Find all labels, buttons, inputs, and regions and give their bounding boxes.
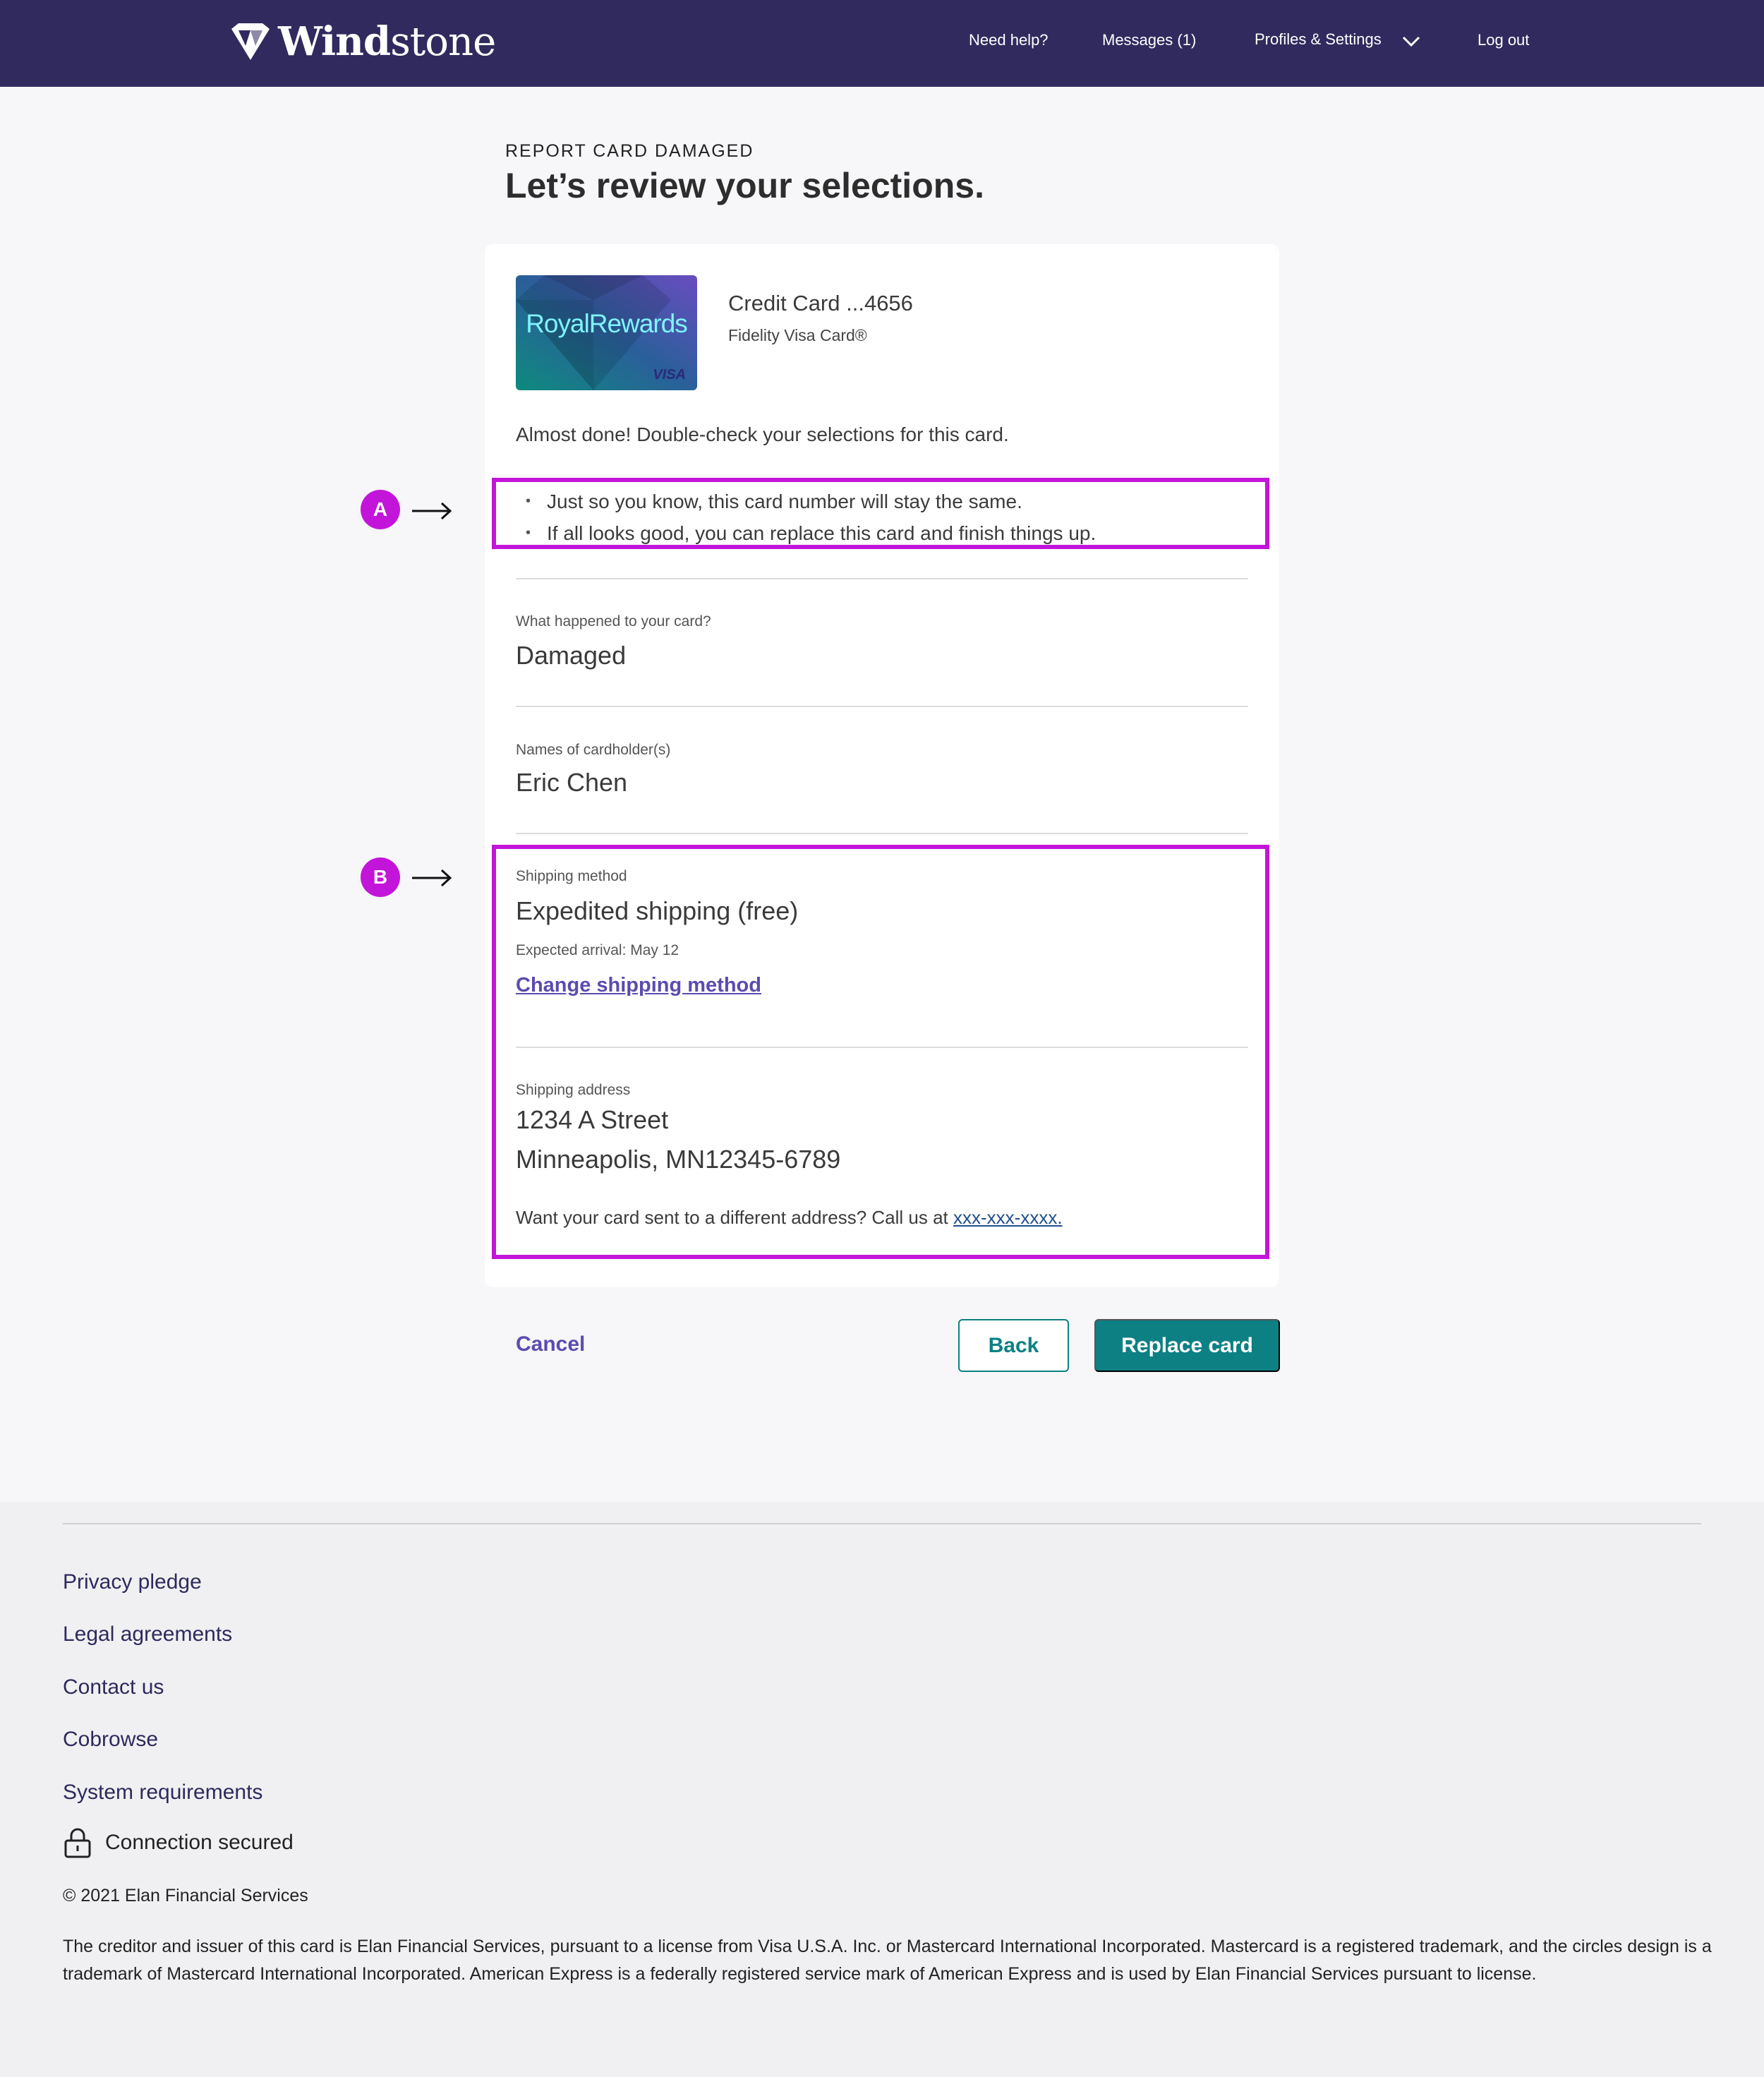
- footer-divider: [63, 1523, 1701, 1524]
- connection-secured: Connection secured: [63, 1827, 294, 1858]
- windstone-logo[interactable]: Windstone: [230, 18, 496, 65]
- visa-logo: VISA: [653, 367, 686, 383]
- footer: [0, 1502, 1764, 2077]
- card-subtitle: Fidelity Visa Card®: [728, 326, 867, 344]
- what-happened-label: What happened to your card?: [516, 613, 711, 630]
- replace-card-button[interactable]: Replace card: [1094, 1319, 1280, 1372]
- back-button[interactable]: Back: [958, 1319, 1069, 1372]
- card-brand-name: RoyalRewards: [526, 309, 688, 338]
- highlight-box-a: [492, 478, 1269, 549]
- nav-log-out[interactable]: Log out: [1478, 31, 1529, 49]
- cancel-link[interactable]: Cancel: [516, 1332, 585, 1356]
- annotation-marker-b: B: [361, 857, 400, 897]
- cardholders-label: Names of cardholder(s): [516, 742, 671, 758]
- page-title: Let’s review your selections.: [505, 166, 984, 205]
- top-navigation-bar: Windstone Need help? Messages (1) Profil…: [0, 0, 1764, 87]
- arrow-right-icon: [412, 502, 452, 520]
- copyright: © 2021 Elan Financial Services: [63, 1886, 308, 1906]
- card-title: Credit Card ...4656: [728, 291, 913, 315]
- what-happened-value: Damaged: [516, 641, 627, 670]
- highlight-box-b: [492, 845, 1269, 1259]
- review-intro: Almost done! Double-check your selection…: [516, 423, 1009, 445]
- nav-need-help[interactable]: Need help?: [969, 31, 1049, 49]
- arrow-right-icon: [412, 869, 452, 887]
- card-image: RoyalRewards VISA: [516, 275, 697, 390]
- lock-icon: [64, 1828, 91, 1858]
- legal-disclaimer: The creditor and issuer of this card is …: [63, 1937, 1712, 1984]
- logo-wordmark: Windstone: [278, 18, 496, 65]
- divider: [516, 706, 1248, 707]
- cardholders-value: Eric Chen: [516, 768, 628, 797]
- divider: [516, 833, 1248, 834]
- nav-messages[interactable]: Messages (1): [1102, 31, 1196, 49]
- footer-link-privacy-pledge[interactable]: Privacy pledge: [63, 1570, 202, 1594]
- nav-profiles-settings[interactable]: Profiles & Settings: [1255, 30, 1382, 49]
- chevron-down-icon[interactable]: [1401, 35, 1421, 49]
- footer-link-system-requirements[interactable]: System requirements: [63, 1781, 262, 1805]
- divider: [516, 578, 1248, 579]
- footer-link-contact-us[interactable]: Contact us: [63, 1675, 164, 1699]
- diamond-logo-icon: [231, 23, 270, 60]
- page-eyebrow: REPORT CARD DAMAGED: [505, 141, 754, 161]
- footer-link-cobrowse[interactable]: Cobrowse: [63, 1728, 158, 1752]
- annotation-marker-a: A: [361, 490, 400, 529]
- footer-link-legal-agreements[interactable]: Legal agreements: [63, 1623, 232, 1646]
